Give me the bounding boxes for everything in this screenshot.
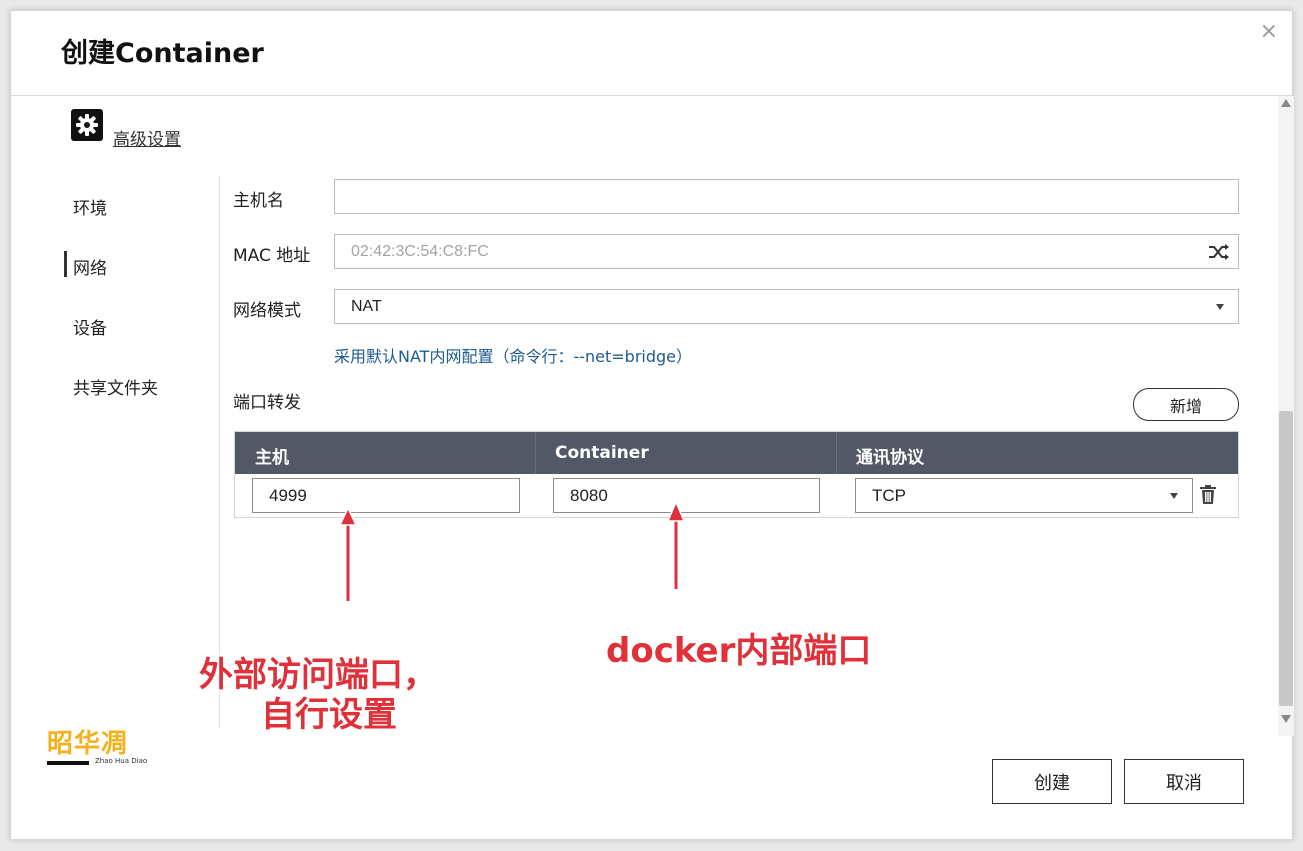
header-divider: [11, 95, 1292, 96]
scroll-down-icon[interactable]: [1281, 715, 1291, 723]
port-forward-table: 主机 Container 通讯协议 4999 8080 TCP: [234, 431, 1239, 518]
logo-text: 昭华凋: [47, 729, 129, 759]
gear-icon: [71, 109, 103, 141]
nav-item-environment[interactable]: 环境: [73, 194, 107, 219]
chevron-down-icon: [1216, 304, 1224, 310]
container-port-annotation: docker内部端口: [606, 631, 872, 671]
nav-item-network[interactable]: 网络: [73, 254, 107, 279]
logo-bar: [47, 761, 89, 765]
annotation-arrows: [338, 500, 686, 601]
network-mode-value: NAT: [351, 298, 382, 315]
watermark-logo: 昭华凋 Zhao Hua Diao: [47, 723, 147, 765]
network-mode-hint: 采用默认NAT内网配置（命令行：--net=bridge）: [334, 347, 692, 366]
create-container-dialog: 创建Container × 高级设置 环境 网络 设备 共享文件夹 主机名 MA…: [10, 10, 1294, 840]
column-header-protocol: 通讯协议: [856, 448, 924, 468]
create-button[interactable]: 创建: [992, 759, 1112, 804]
scrollbar-thumb[interactable]: [1279, 411, 1293, 706]
chevron-down-icon: [1170, 493, 1178, 499]
nav-item-devices[interactable]: 设备: [73, 314, 107, 339]
scroll-up-icon[interactable]: [1281, 99, 1291, 107]
port-forward-label: 端口转发: [233, 393, 301, 413]
nav-active-indicator: [64, 251, 67, 277]
logo-subtitle: Zhao Hua Diao: [95, 757, 148, 765]
protocol-select[interactable]: TCP: [855, 478, 1193, 513]
container-port-input[interactable]: 8080: [553, 478, 820, 513]
mac-input[interactable]: 02:42:3C:54:C8:FC: [334, 234, 1239, 269]
column-separator: [535, 432, 536, 474]
host-port-annotation-line2: 自行设置: [261, 695, 397, 735]
nav-divider: [219, 176, 220, 728]
column-header-container: Container: [555, 443, 649, 463]
mac-label: MAC 地址: [233, 246, 311, 266]
column-separator: [836, 432, 837, 474]
network-mode-select[interactable]: NAT: [334, 289, 1239, 324]
close-icon[interactable]: ×: [1260, 19, 1278, 44]
add-port-button[interactable]: 新增: [1133, 388, 1239, 421]
host-port-arrow: [338, 506, 358, 601]
hostname-label: 主机名: [233, 191, 284, 211]
host-port-input[interactable]: 4999: [252, 478, 520, 513]
table-header: 主机 Container 通讯协议: [235, 432, 1238, 474]
hostname-input[interactable]: [334, 179, 1239, 214]
dialog-title: 创建Container: [61, 38, 264, 69]
column-header-host: 主机: [255, 448, 289, 468]
cancel-button[interactable]: 取消: [1124, 759, 1244, 804]
nav-item-shared-folders[interactable]: 共享文件夹: [73, 374, 158, 399]
shuffle-icon[interactable]: [1208, 242, 1230, 262]
mac-placeholder: 02:42:3C:54:C8:FC: [351, 243, 489, 260]
trash-icon[interactable]: [1199, 485, 1217, 505]
advanced-settings-link[interactable]: 高级设置: [113, 125, 181, 150]
network-mode-label: 网络模式: [233, 301, 301, 321]
protocol-value: TCP: [872, 486, 906, 505]
